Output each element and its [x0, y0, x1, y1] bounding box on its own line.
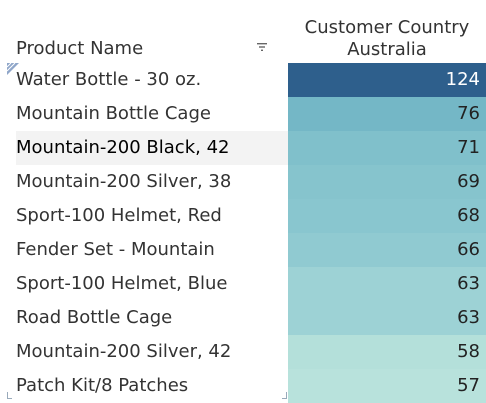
row-label[interactable]: Patch Kit/8 Patches — [16, 369, 288, 403]
cell-value: 124 — [445, 69, 480, 90]
cell-value: 71 — [457, 137, 480, 158]
heat-cell[interactable]: 68 — [288, 199, 486, 233]
table-row[interactable]: Mountain-200 Silver, 42 58 — [0, 335, 486, 369]
cell-value: 63 — [457, 307, 480, 328]
table-row[interactable]: Mountain-200 Black, 42 71 — [0, 131, 486, 165]
row-label[interactable]: Sport-100 Helmet, Blue — [16, 267, 288, 301]
cell-value: 66 — [457, 239, 480, 260]
row-label[interactable]: Mountain-200 Black, 42 — [16, 131, 288, 165]
cell-value: 76 — [457, 103, 480, 124]
row-label[interactable]: Fender Set - Mountain — [16, 233, 288, 267]
selection-handle-left — [7, 392, 12, 399]
cell-value: 68 — [457, 205, 480, 226]
cell-value: 58 — [457, 341, 480, 362]
heat-cell[interactable]: 58 — [288, 335, 486, 369]
row-label[interactable]: Mountain Bottle Cage — [16, 97, 288, 131]
heat-cell[interactable]: 71 — [288, 131, 486, 165]
table-row[interactable]: Patch Kit/8 Patches 57 — [0, 369, 486, 403]
row-label[interactable]: Sport-100 Helmet, Red — [16, 199, 288, 233]
heat-cell[interactable]: 66 — [288, 233, 486, 267]
table-row[interactable]: Water Bottle - 30 oz. 124 — [0, 63, 486, 97]
selection-corner-icon — [7, 63, 19, 75]
table-row[interactable]: Sport-100 Helmet, Red 68 — [0, 199, 486, 233]
column-header-value: Australia — [347, 39, 427, 60]
cell-value: 57 — [457, 375, 480, 396]
crosstab-rows: Water Bottle - 30 oz. 124 Mountain Bottl… — [0, 63, 486, 403]
table-row[interactable]: Mountain Bottle Cage 76 — [0, 97, 486, 131]
selection-handle-right — [282, 392, 287, 399]
row-label[interactable]: Mountain-200 Silver, 42 — [16, 335, 288, 369]
heat-cell[interactable]: 57 — [288, 369, 486, 403]
table-row[interactable]: Fender Set - Mountain 66 — [0, 233, 486, 267]
heat-cell[interactable]: 76 — [288, 97, 486, 131]
sort-descending-icon[interactable] — [256, 41, 268, 53]
cell-value: 69 — [457, 171, 480, 192]
table-row[interactable]: Road Bottle Cage 63 — [0, 301, 486, 335]
heat-cell[interactable]: 63 — [288, 267, 486, 301]
heat-cell[interactable]: 124 — [288, 63, 486, 97]
heat-cell[interactable]: 63 — [288, 301, 486, 335]
cell-value: 63 — [457, 273, 480, 294]
column-header-field: Customer Country — [304, 17, 470, 38]
row-label[interactable]: Water Bottle - 30 oz. — [16, 63, 288, 97]
heat-cell[interactable]: 69 — [288, 165, 486, 199]
table-row[interactable]: Mountain-200 Silver, 38 69 — [0, 165, 486, 199]
row-label[interactable]: Mountain-200 Silver, 38 — [16, 165, 288, 199]
row-label[interactable]: Road Bottle Cage — [16, 301, 288, 335]
table-row[interactable]: Sport-100 Helmet, Blue 63 — [0, 267, 486, 301]
row-header-title: Product Name — [16, 38, 144, 59]
